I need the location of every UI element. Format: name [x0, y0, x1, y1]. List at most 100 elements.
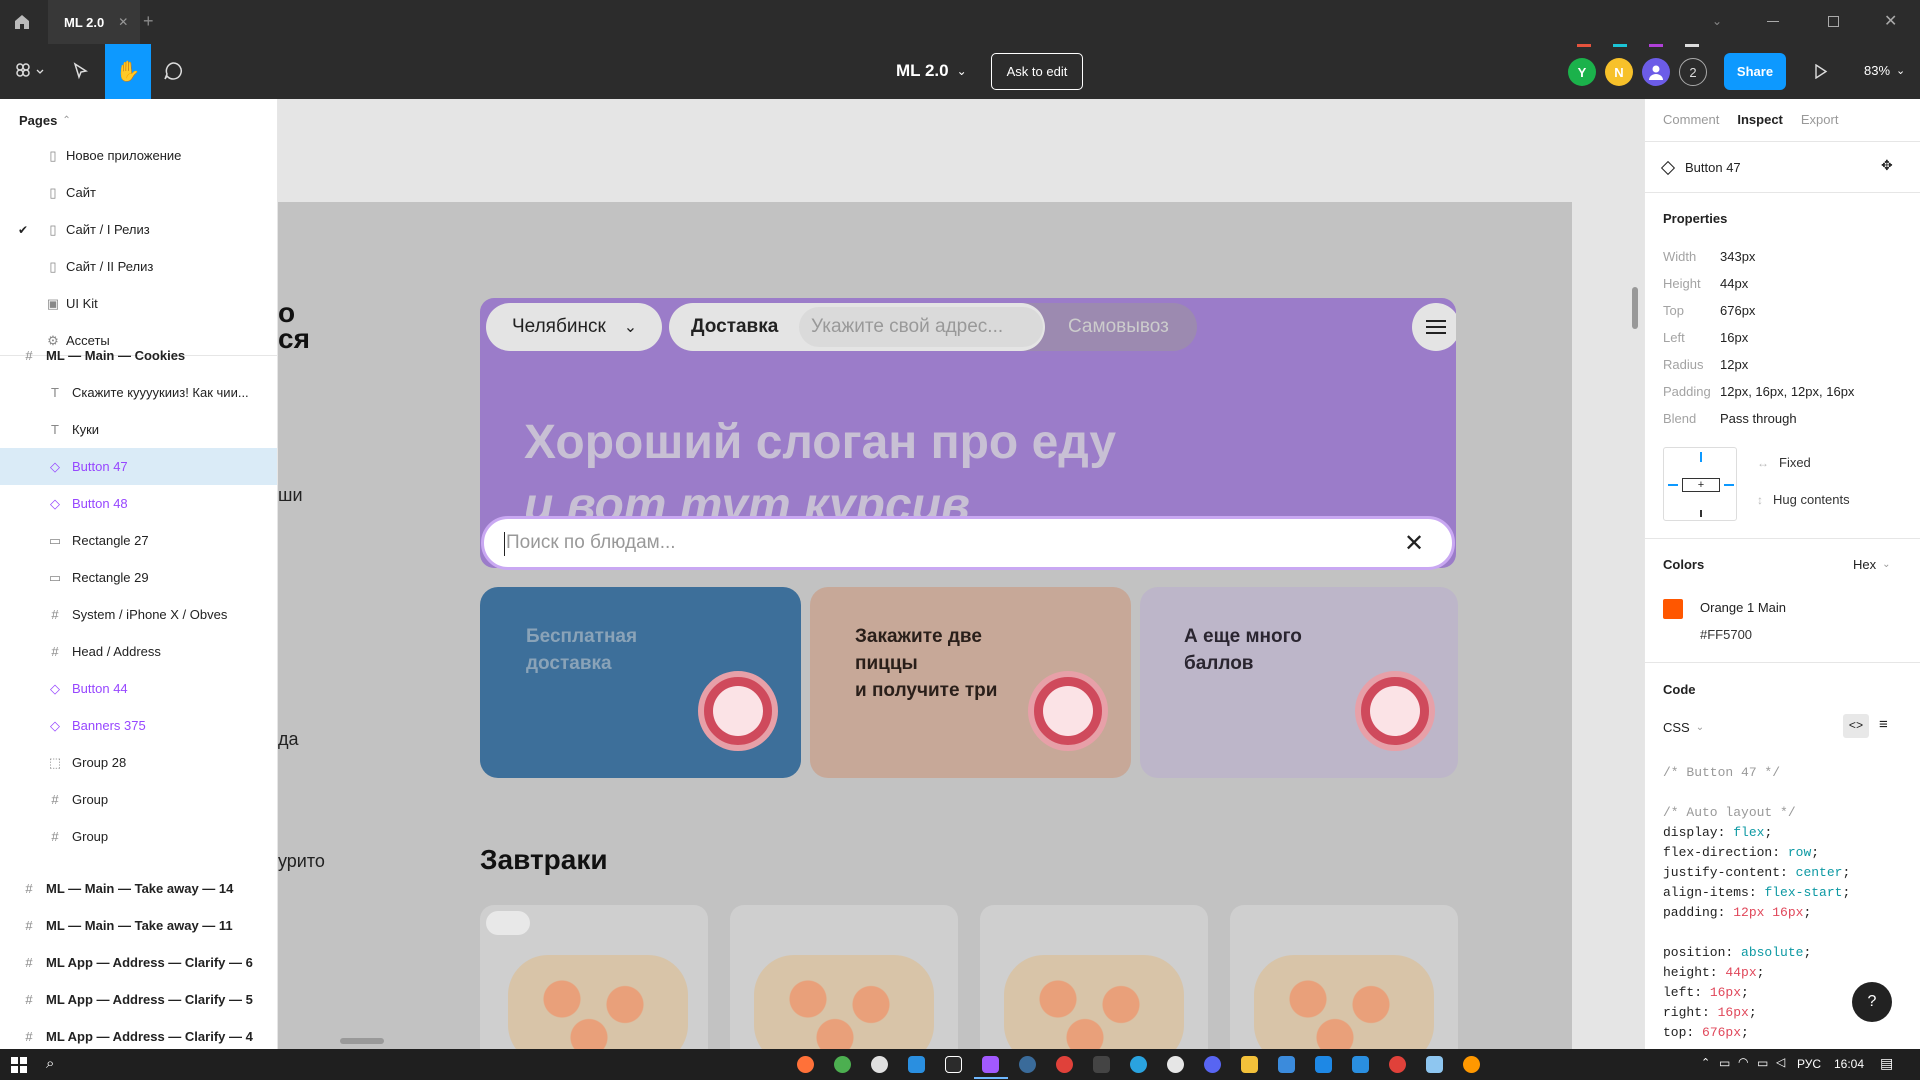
- layer-item[interactable]: # Head / Address: [0, 633, 277, 670]
- code-view-icon[interactable]: <>: [1843, 714, 1869, 738]
- design-canvas[interactable]: о ся ши да урито Челябинск ⌄ Доставка Ука…: [278, 99, 1644, 1049]
- hex-select[interactable]: Hex ⌄: [1853, 557, 1891, 572]
- pickup-label[interactable]: Самовывоз: [1068, 316, 1169, 338]
- promo-banner-blue[interactable]: Бесплатная доставка: [480, 587, 801, 778]
- clear-search-icon[interactable]: ✕: [1404, 529, 1424, 558]
- close-window-icon[interactable]: ✕: [1884, 11, 1897, 31]
- delivery-toggle[interactable]: Доставка Укажите свой адрес... Самовывоз: [669, 303, 1197, 351]
- windows-start-icon[interactable]: [11, 1057, 27, 1073]
- volume-icon[interactable]: ◁: [1776, 1055, 1785, 1069]
- yandex-icon[interactable]: [871, 1056, 888, 1073]
- calendar-icon[interactable]: [1278, 1056, 1295, 1073]
- ask-to-edit-button[interactable]: Ask to edit: [991, 53, 1083, 90]
- chrome-icon[interactable]: [1389, 1056, 1406, 1073]
- layer-item[interactable]: T Скажите куууукииз! Как чии...: [0, 374, 277, 411]
- hand-tool-button[interactable]: ✋: [105, 44, 151, 99]
- address-field[interactable]: Укажите свой адрес...: [799, 307, 1043, 347]
- avatar-n[interactable]: N: [1605, 58, 1633, 86]
- avatar-y[interactable]: Y: [1568, 58, 1596, 86]
- css-select[interactable]: CSS ⌄: [1663, 720, 1704, 735]
- layer-item[interactable]: # ML — Main — Take away — 11: [0, 907, 277, 944]
- notifications-icon[interactable]: ▤: [1880, 1055, 1893, 1072]
- layer-item[interactable]: # ML App — Address — Clarify — 4: [0, 1018, 277, 1049]
- layer-item[interactable]: # ML App — Address — Clarify — 5: [0, 981, 277, 1018]
- chevron-down-icon[interactable]: ⌄: [1712, 14, 1722, 28]
- product-card[interactable]: [1230, 905, 1458, 1049]
- avatar-count[interactable]: 2: [1679, 58, 1707, 86]
- chrome-icon[interactable]: [834, 1056, 851, 1073]
- layer-item[interactable]: # System / iPhone X / Obves: [0, 596, 277, 633]
- restore-icon[interactable]: [1828, 16, 1839, 27]
- vscode-icon[interactable]: [908, 1056, 925, 1073]
- zoom-menu[interactable]: 83% ⌄: [1864, 63, 1905, 78]
- tab-comment[interactable]: Comment: [1663, 112, 1719, 127]
- promo-banner-lilac[interactable]: А еще много баллов: [1140, 587, 1458, 778]
- discord-icon[interactable]: [1204, 1056, 1221, 1073]
- product-card[interactable]: [980, 905, 1208, 1049]
- product-card[interactable]: [730, 905, 958, 1049]
- promo-banner-peach[interactable]: Закажите две пиццы и получите три: [810, 587, 1131, 778]
- close-tab-icon[interactable]: ✕: [118, 15, 128, 29]
- page-item[interactable]: ▯ Сайт: [0, 174, 277, 211]
- layer-item[interactable]: ◇ Button 44: [0, 670, 277, 707]
- tray-chevron-icon[interactable]: ⌃: [1701, 1056, 1710, 1069]
- layer-item[interactable]: # ML — Main — Take away — 14: [0, 870, 277, 907]
- present-play-icon[interactable]: [1814, 63, 1828, 82]
- layer-item[interactable]: # Group: [0, 818, 277, 855]
- app-icon[interactable]: [1167, 1056, 1184, 1073]
- network-icon[interactable]: ▭: [1719, 1056, 1730, 1070]
- battery-icon[interactable]: ▭: [1757, 1056, 1768, 1070]
- property-value[interactable]: 12px: [1720, 357, 1748, 372]
- help-button[interactable]: ?: [1852, 982, 1892, 1022]
- figma-menu-icon[interactable]: [15, 63, 45, 81]
- figma-app-icon[interactable]: [982, 1056, 999, 1073]
- app-icon[interactable]: [1093, 1056, 1110, 1073]
- move-tool-icon[interactable]: [72, 62, 90, 80]
- property-value[interactable]: 12px, 16px, 12px, 16px: [1720, 384, 1854, 399]
- page-item[interactable]: ▯ Новое приложение: [0, 137, 277, 174]
- webstorm-icon[interactable]: [945, 1056, 962, 1073]
- layer-item[interactable]: # Group: [0, 781, 277, 818]
- clock[interactable]: 16:04: [1834, 1057, 1864, 1071]
- color-hex[interactable]: #FF5700: [1700, 627, 1752, 642]
- comment-tool-icon[interactable]: [163, 61, 183, 81]
- tab-inspect[interactable]: Inspect: [1737, 112, 1783, 127]
- search-input[interactable]: Поиск по блюдам... ✕: [481, 516, 1455, 570]
- vscode-icon[interactable]: [1352, 1056, 1369, 1073]
- language-indicator[interactable]: РУС: [1797, 1057, 1821, 1071]
- vertical-scrollbar[interactable]: [1632, 287, 1638, 329]
- app-icon[interactable]: [1315, 1056, 1332, 1073]
- app-icon[interactable]: [1463, 1056, 1480, 1073]
- folder-icon[interactable]: [1241, 1056, 1258, 1073]
- layer-item[interactable]: ◇ Banners 375: [0, 707, 277, 744]
- layer-item[interactable]: ▭ Rectangle 27: [0, 522, 277, 559]
- layer-item[interactable]: ◇ Button 48: [0, 485, 277, 522]
- component-link-icon[interactable]: ✥: [1881, 157, 1893, 174]
- layer-item[interactable]: ▭ Rectangle 29: [0, 559, 277, 596]
- file-tab[interactable]: ML 2.0 ✕: [48, 0, 140, 44]
- layer-item[interactable]: # ML App — Address — Clarify — 6: [0, 944, 277, 981]
- notepad-icon[interactable]: [1426, 1056, 1443, 1073]
- horizontal-scrollbar[interactable]: [340, 1038, 384, 1044]
- page-item[interactable]: ▣ UI Kit: [0, 285, 277, 322]
- firefox-icon[interactable]: [797, 1056, 814, 1073]
- wifi-icon[interactable]: ◠: [1738, 1055, 1748, 1069]
- home-icon[interactable]: [13, 13, 31, 31]
- list-view-icon[interactable]: ≡: [1879, 716, 1888, 733]
- minimize-icon[interactable]: [1767, 21, 1779, 22]
- search-icon[interactable]: ⌕: [46, 1055, 54, 1072]
- layer-item[interactable]: T Куки: [0, 411, 277, 448]
- page-item[interactable]: ▯ Сайт / II Релиз: [0, 248, 277, 285]
- property-value[interactable]: 44px: [1720, 276, 1748, 291]
- avatar-user[interactable]: [1642, 58, 1670, 86]
- property-value[interactable]: Pass through: [1720, 411, 1797, 426]
- tab-export[interactable]: Export: [1801, 112, 1839, 127]
- property-value[interactable]: 343px: [1720, 249, 1755, 264]
- steam-icon[interactable]: [1019, 1056, 1036, 1073]
- layer-item[interactable]: # ML — Main — Cookies: [0, 337, 277, 374]
- color-swatch[interactable]: [1663, 599, 1683, 619]
- pages-header[interactable]: Pages ⌃: [19, 113, 71, 128]
- property-value[interactable]: 676px: [1720, 303, 1755, 318]
- property-value[interactable]: 16px: [1720, 330, 1748, 345]
- share-button[interactable]: Share: [1724, 53, 1786, 90]
